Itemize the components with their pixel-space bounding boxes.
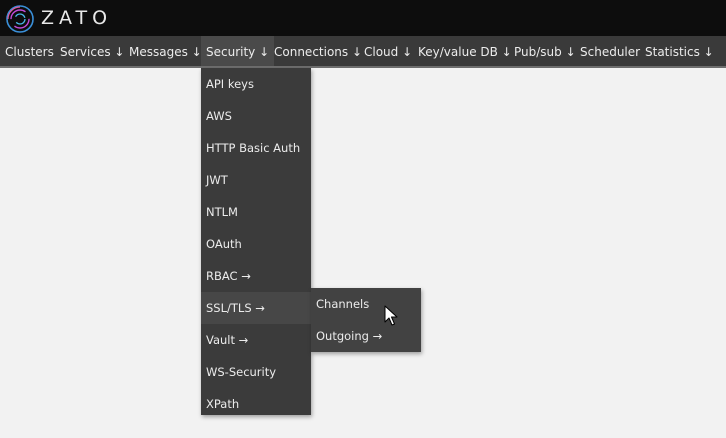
menu-item-ssl-tls[interactable]: SSL/TLS → bbox=[201, 292, 311, 324]
menu-item-ntlm[interactable]: NTLM bbox=[201, 196, 311, 228]
menu-item-ws-security[interactable]: WS-Security bbox=[201, 356, 311, 388]
menu-item-aws[interactable]: AWS bbox=[201, 100, 311, 132]
nav-item-statistics[interactable]: Statistics ↓ bbox=[640, 36, 719, 66]
security-dropdown-menu: API keys AWS HTTP Basic Auth JWT NTLM OA… bbox=[201, 68, 311, 415]
logo-wordmark[interactable]: ZATO bbox=[41, 6, 112, 30]
menu-item-vault[interactable]: Vault → bbox=[201, 324, 311, 356]
nav-item-pub-sub[interactable]: Pub/sub ↓ bbox=[509, 36, 581, 66]
nav-item-security[interactable]: Security ↓ bbox=[201, 36, 275, 66]
menu-item-xpath[interactable]: XPath bbox=[201, 388, 311, 420]
menu-item-rbac[interactable]: RBAC → bbox=[201, 260, 311, 292]
menu-item-jwt[interactable]: JWT bbox=[201, 164, 311, 196]
submenu-item-channels[interactable]: Channels bbox=[311, 288, 421, 320]
nav-item-scheduler[interactable]: Scheduler bbox=[575, 36, 645, 66]
app-header: ZATO bbox=[0, 0, 726, 36]
nav-item-cloud[interactable]: Cloud ↓ bbox=[359, 36, 417, 66]
nav-item-key-value-db[interactable]: Key/value DB ↓ bbox=[413, 36, 517, 66]
nav-item-connections[interactable]: Connections ↓ bbox=[269, 36, 367, 66]
menu-item-api-keys[interactable]: API keys bbox=[201, 68, 311, 100]
nav-item-clusters[interactable]: Clusters bbox=[0, 36, 59, 66]
ssl-tls-submenu: Channels Outgoing → bbox=[311, 288, 421, 352]
nav-item-messages[interactable]: Messages ↓ bbox=[124, 36, 207, 66]
nav-item-services[interactable]: Services ↓ bbox=[55, 36, 129, 66]
main-nav-bar: Clusters Services ↓ Messages ↓ Security … bbox=[0, 36, 726, 68]
submenu-item-outgoing[interactable]: Outgoing → bbox=[311, 320, 421, 352]
mouse-pointer-icon bbox=[384, 305, 398, 326]
zato-logo-icon[interactable] bbox=[5, 4, 35, 34]
menu-item-oauth[interactable]: OAuth bbox=[201, 228, 311, 260]
menu-item-http-basic-auth[interactable]: HTTP Basic Auth bbox=[201, 132, 311, 164]
